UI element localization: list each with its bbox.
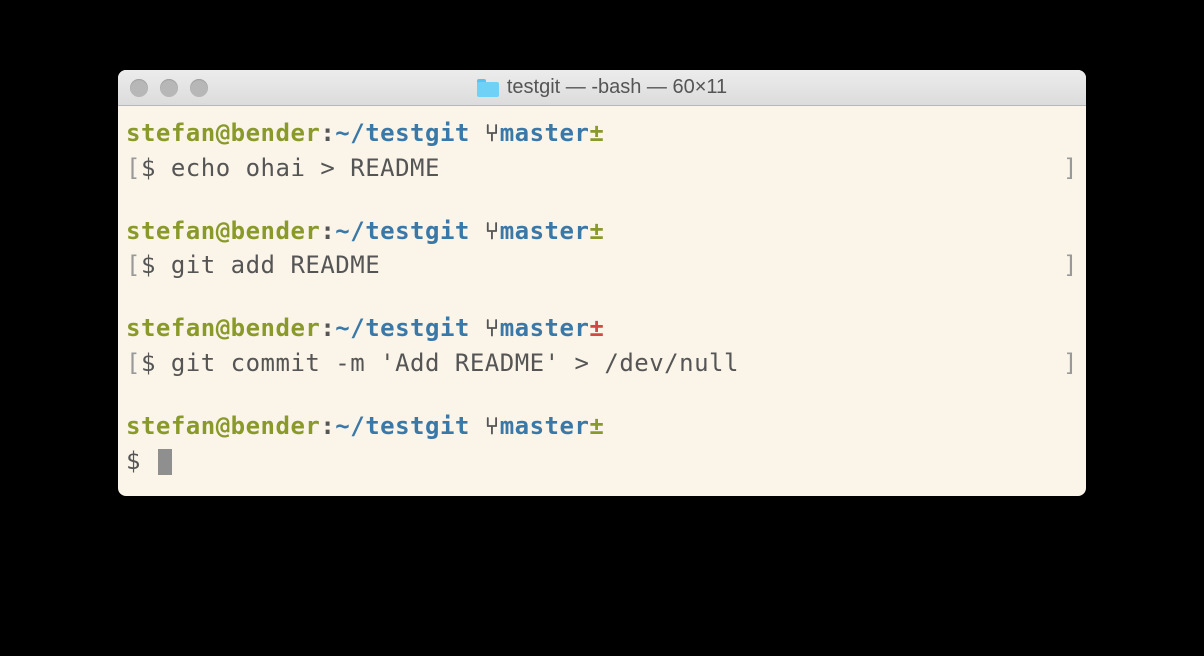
left-bracket: [ [126,349,141,377]
title-center: testgit — -bash — 60×11 [118,76,1086,99]
command-text: echo ohai > README [171,154,440,182]
branch-arrow-icon: ⑂ [485,217,500,245]
minimize-button[interactable] [160,79,178,97]
prompt-branch: master [500,119,590,147]
prompt-userhost: stefan@bender [126,119,320,147]
left-bracket: [ [126,251,141,279]
title-bar: testgit — -bash — 60×11 [118,70,1086,106]
right-bracket: ] [1063,151,1078,186]
command-block: stefan@bender:~/testgit ⑂master± [$ git … [126,214,1078,284]
cursor [158,449,172,475]
prompt-status: ± [589,217,604,245]
branch-arrow-icon: ⑂ [485,412,500,440]
prompt-colon: : [320,412,335,440]
current-block: stefan@bender:~/testgit ⑂master± $ [126,409,1078,479]
command-block: stefan@bender:~/testgit ⑂master± [$ git … [126,311,1078,381]
prompt-line: stefan@bender:~/testgit ⑂master± [126,214,1078,249]
prompt-colon: : [320,119,335,147]
dollar-prompt: $ [141,251,171,279]
prompt-branch: master [500,217,590,245]
prompt-colon: : [320,217,335,245]
prompt-status: ± [589,314,604,342]
prompt-path: ~/testgit [335,314,470,342]
right-bracket: ] [1063,248,1078,283]
prompt-userhost: stefan@bender [126,217,320,245]
folder-icon [477,79,499,97]
prompt-branch: master [500,314,590,342]
dollar-prompt: $ [141,349,171,377]
window-title: testgit — -bash — 60×11 [507,76,727,99]
prompt-userhost: stefan@bender [126,314,320,342]
current-prompt-line[interactable]: $ [126,444,1078,479]
prompt-path: ~/testgit [335,119,470,147]
zoom-button[interactable] [190,79,208,97]
prompt-status: ± [589,412,604,440]
branch-arrow-icon: ⑂ [485,314,500,342]
command-line: [$ git commit -m 'Add README' > /dev/nul… [126,346,1078,381]
command-text: git commit -m 'Add README' > /dev/null [171,349,739,377]
command-block: stefan@bender:~/testgit ⑂master± [$ echo… [126,116,1078,186]
prompt-colon: : [320,314,335,342]
terminal-window: testgit — -bash — 60×11 stefan@bender:~/… [118,70,1086,496]
traffic-lights [130,79,208,97]
prompt-userhost: stefan@bender [126,412,320,440]
right-bracket: ] [1063,346,1078,381]
prompt-line: stefan@bender:~/testgit ⑂master± [126,311,1078,346]
prompt-status: ± [589,119,604,147]
command-line: [$ echo ohai > README ] [126,151,1078,186]
prompt-branch: master [500,412,590,440]
command-text: git add README [171,251,380,279]
prompt-path: ~/testgit [335,217,470,245]
prompt-path: ~/testgit [335,412,470,440]
prompt-line: stefan@bender:~/testgit ⑂master± [126,116,1078,151]
dollar-prompt: $ [141,154,171,182]
prompt-line: stefan@bender:~/testgit ⑂master± [126,409,1078,444]
close-button[interactable] [130,79,148,97]
left-bracket: [ [126,154,141,182]
dollar-prompt: $ [126,447,156,475]
terminal-body[interactable]: stefan@bender:~/testgit ⑂master± [$ echo… [118,106,1086,496]
command-line: [$ git add README ] [126,248,1078,283]
branch-arrow-icon: ⑂ [485,119,500,147]
